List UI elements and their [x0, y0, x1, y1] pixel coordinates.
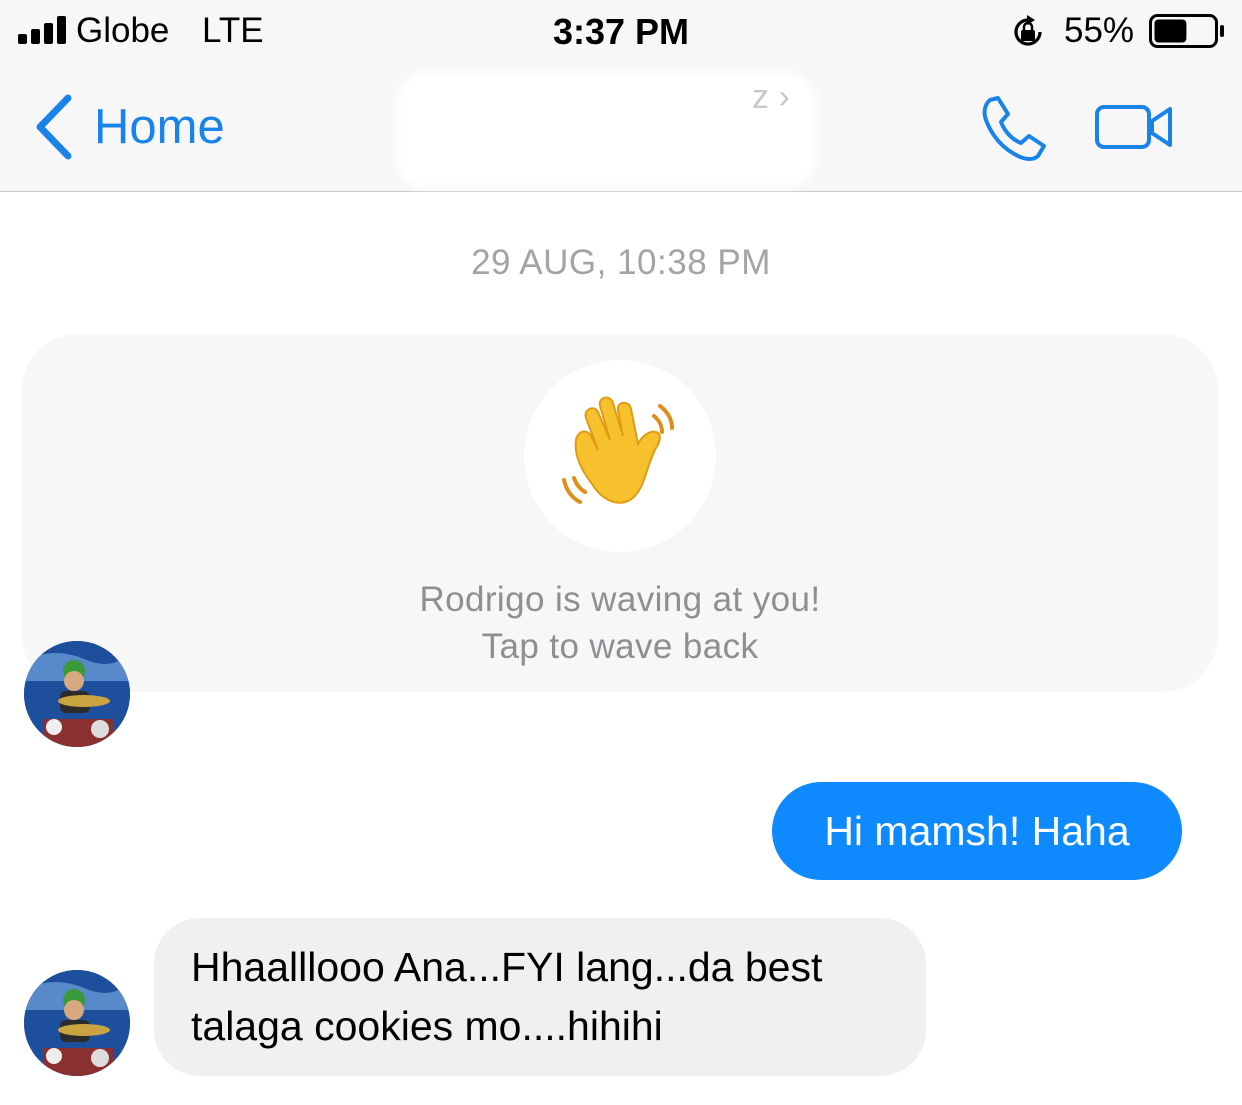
contact-avatar[interactable] — [24, 970, 130, 1076]
wave-emoji-container[interactable] — [524, 360, 716, 552]
message-text-line: talaga cookies mo....hihihi — [191, 1003, 663, 1049]
video-camera-icon[interactable] — [1094, 102, 1174, 152]
wave-back-prompt[interactable]: Tap to wave back — [22, 627, 1218, 667]
message-text-line: Hhaalllooo Ana...FYI lang...da best — [191, 944, 823, 990]
message-text: Hi mamsh! Haha — [824, 808, 1130, 854]
incoming-message-bubble[interactable]: Hhaalllooo Ana...FYI lang...da best tala… — [154, 918, 926, 1076]
battery-icon — [1149, 14, 1224, 48]
title-chevron[interactable]: z › — [752, 78, 790, 117]
navigation-bar: Home z › — [0, 64, 1242, 192]
back-button[interactable]: Home — [34, 92, 225, 162]
messenger-chat-screen: Globe LTE 3:37 PM 55% Home z › 29 AUG, 1… — [0, 0, 1242, 1105]
wave-card[interactable]: Rodrigo is waving at you! Tap to wave ba… — [22, 334, 1218, 692]
avatar-photo — [24, 641, 130, 747]
rotation-lock-icon — [1014, 15, 1042, 46]
waving-hand-icon — [562, 396, 674, 504]
avatar-photo — [24, 970, 130, 1076]
status-bar: Globe LTE 3:37 PM 55% — [0, 0, 1242, 64]
chevron-left-icon — [36, 94, 72, 160]
status-time: 3:37 PM — [552, 11, 690, 52]
contact-avatar[interactable] — [24, 641, 130, 747]
conversation-timestamp: 29 AUG, 10:38 PM — [471, 243, 771, 282]
phone-icon[interactable] — [978, 92, 1050, 164]
wave-message: Rodrigo is waving at you! — [419, 580, 821, 619]
battery-percent: 55% — [1064, 11, 1135, 50]
outgoing-message-bubble[interactable]: Hi mamsh! Haha — [772, 782, 1182, 880]
back-label: Home — [94, 100, 225, 154]
title-visible-fragment: z — [752, 78, 769, 116]
